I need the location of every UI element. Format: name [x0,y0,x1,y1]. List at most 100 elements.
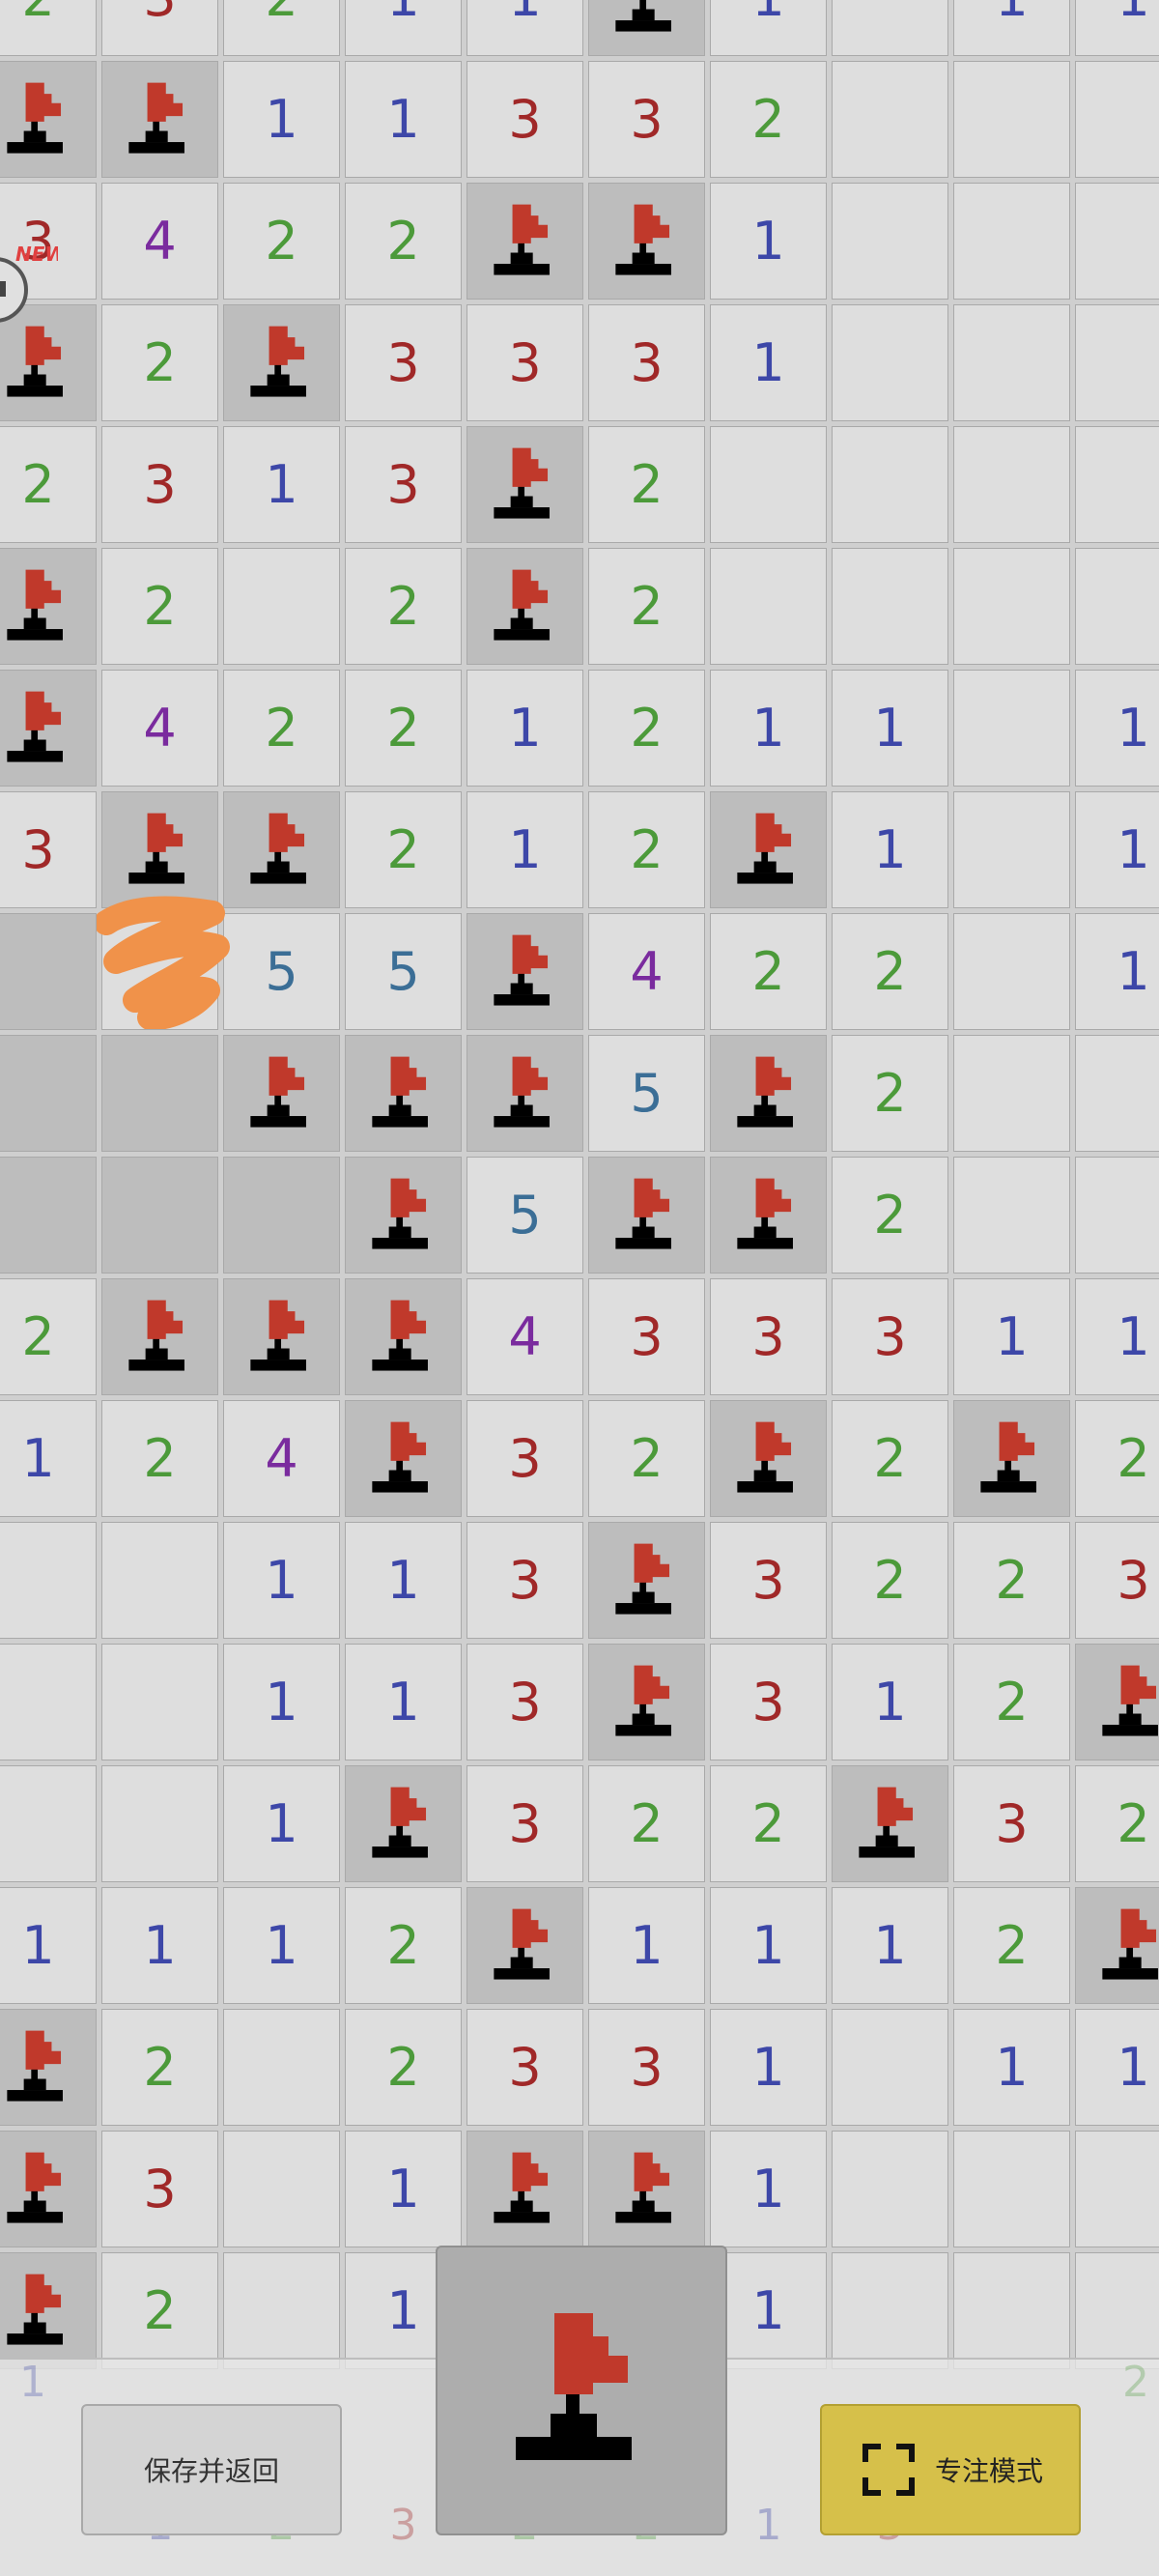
number-cell[interactable]: 2 [0,426,97,543]
empty-cell[interactable] [1075,1157,1159,1274]
empty-cell[interactable] [223,2252,340,2369]
number-cell[interactable]: 2 [345,670,462,787]
flagged-cell[interactable] [101,791,218,908]
number-cell[interactable]: 2 [101,2009,218,2126]
flagged-cell[interactable] [345,1400,462,1517]
number-cell[interactable]: 1 [710,2009,827,2126]
flagged-cell[interactable] [466,913,583,1030]
number-cell[interactable]: 2 [710,1765,827,1882]
number-cell[interactable]: 1 [1075,791,1159,908]
empty-cell[interactable] [953,2252,1070,2369]
number-cell[interactable]: 1 [345,1522,462,1639]
number-cell[interactable]: 3 [710,1278,827,1395]
flagged-cell[interactable] [588,183,705,300]
flagged-cell[interactable] [223,1035,340,1152]
number-cell[interactable]: 3 [466,1765,583,1882]
flagged-cell[interactable] [588,1522,705,1639]
number-cell[interactable]: 3 [953,1765,1070,1882]
flagged-cell[interactable] [0,2131,97,2247]
unopened-cell[interactable] [0,1035,97,1152]
number-cell[interactable]: 3 [588,61,705,178]
flagged-cell[interactable] [1075,1644,1159,1760]
flagged-cell[interactable] [466,548,583,665]
empty-cell[interactable] [1075,548,1159,665]
save-and-return-button[interactable]: 保存并返回 [81,2404,342,2535]
flagged-cell[interactable] [710,1157,827,1274]
empty-cell[interactable] [953,548,1070,665]
number-cell[interactable]: 5 [345,913,462,1030]
number-cell[interactable]: 1 [466,0,583,56]
number-cell[interactable]: 2 [345,183,462,300]
flagged-cell[interactable] [588,1157,705,1274]
flag-mode-toggle-button[interactable] [436,2246,727,2535]
number-cell[interactable]: 4 [101,670,218,787]
number-cell[interactable]: 2 [588,1400,705,1517]
number-cell[interactable]: 1 [832,670,948,787]
number-cell[interactable]: 2 [345,791,462,908]
empty-cell[interactable] [832,304,948,421]
number-cell[interactable]: 1 [0,1400,97,1517]
flagged-cell[interactable] [345,1278,462,1395]
number-cell[interactable]: 1 [1075,2009,1159,2126]
empty-cell[interactable] [1075,2131,1159,2247]
unopened-cell[interactable] [223,1157,340,1274]
number-cell[interactable]: 3 [345,426,462,543]
number-cell[interactable]: 1 [466,670,583,787]
number-cell[interactable]: 1 [1075,0,1159,56]
number-cell[interactable]: 1 [953,1278,1070,1395]
empty-cell[interactable] [953,304,1070,421]
empty-cell[interactable] [1075,61,1159,178]
number-cell[interactable]: 5 [466,1157,583,1274]
flagged-cell[interactable] [466,1035,583,1152]
number-cell[interactable]: 5 [588,1035,705,1152]
unopened-cell[interactable] [101,1157,218,1274]
number-cell[interactable]: 1 [832,1644,948,1760]
number-cell[interactable]: 1 [710,2131,827,2247]
flagged-cell[interactable] [466,2131,583,2247]
number-cell[interactable]: 2 [832,1522,948,1639]
flagged-cell[interactable] [223,1278,340,1395]
number-cell[interactable]: 2 [345,1887,462,2004]
number-cell[interactable]: 4 [223,1400,340,1517]
number-cell[interactable]: 2 [588,426,705,543]
number-cell[interactable]: 1 [832,791,948,908]
number-cell[interactable]: 3 [466,1400,583,1517]
flagged-cell[interactable] [832,1765,948,1882]
number-cell[interactable]: 1 [101,1887,218,2004]
empty-cell[interactable] [223,548,340,665]
flagged-cell[interactable] [466,183,583,300]
flagged-cell[interactable] [588,0,705,56]
empty-cell[interactable] [953,2131,1070,2247]
flagged-cell[interactable] [710,1035,827,1152]
empty-cell[interactable] [832,2009,948,2126]
empty-cell[interactable] [101,913,218,1030]
number-cell[interactable]: 3 [466,2009,583,2126]
flagged-cell[interactable] [710,1400,827,1517]
number-cell[interactable]: 1 [710,183,827,300]
number-cell[interactable]: 4 [101,183,218,300]
number-cell[interactable]: 3 [832,1278,948,1395]
number-cell[interactable]: 3 [1075,1522,1159,1639]
number-cell[interactable]: 1 [1075,670,1159,787]
number-cell[interactable]: 1 [710,670,827,787]
number-cell[interactable]: 1 [223,1644,340,1760]
number-cell[interactable]: 3 [710,1522,827,1639]
empty-cell[interactable] [1075,1035,1159,1152]
number-cell[interactable]: 3 [588,1278,705,1395]
number-cell[interactable]: 3 [710,1644,827,1760]
focus-mode-button[interactable]: 专注模式 [820,2404,1081,2535]
number-cell[interactable]: 2 [832,1035,948,1152]
flagged-cell[interactable] [466,1887,583,2004]
empty-cell[interactable] [710,548,827,665]
number-cell[interactable]: 2 [223,670,340,787]
empty-cell[interactable] [832,2252,948,2369]
number-cell[interactable]: 2 [832,1157,948,1274]
number-cell[interactable]: 1 [832,1887,948,2004]
number-cell[interactable]: 2 [832,913,948,1030]
number-cell[interactable]: 3 [466,1522,583,1639]
number-cell[interactable]: 1 [345,61,462,178]
flagged-cell[interactable] [953,1400,1070,1517]
number-cell[interactable]: 4 [588,913,705,1030]
number-cell[interactable]: 2 [588,670,705,787]
number-cell[interactable]: 3 [466,304,583,421]
